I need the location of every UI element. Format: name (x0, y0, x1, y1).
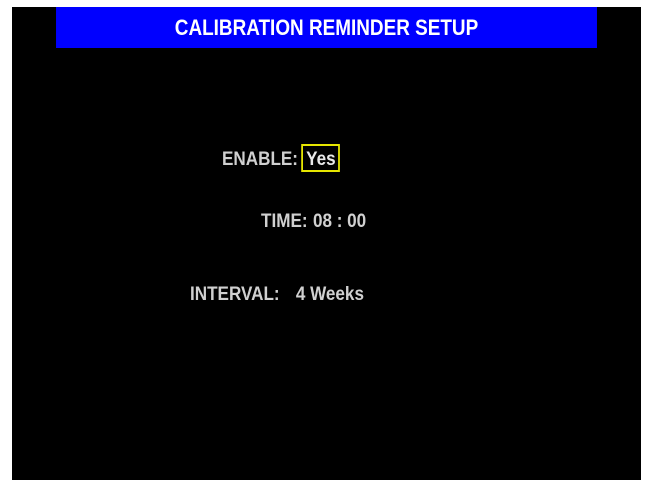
enable-value-field[interactable]: Yes (301, 144, 341, 172)
time-setting-row: TIME: 08 : 00 (261, 208, 366, 236)
interval-value-field[interactable]: 4 Weeks (296, 281, 364, 309)
interval-label: INTERVAL: (190, 284, 280, 305)
device-screen: CALIBRATION REMINDER SETUP ENABLE: Yes TI… (12, 7, 641, 480)
enable-setting-row: ENABLE: Yes (222, 144, 341, 176)
enable-label: ENABLE: (222, 149, 299, 170)
time-value-field[interactable]: 08 : 00 (313, 208, 366, 236)
page-title: CALIBRATION REMINDER SETUP (56, 7, 597, 48)
time-label: TIME: (261, 211, 308, 232)
interval-setting-row: INTERVAL: 4 Weeks (190, 281, 364, 309)
